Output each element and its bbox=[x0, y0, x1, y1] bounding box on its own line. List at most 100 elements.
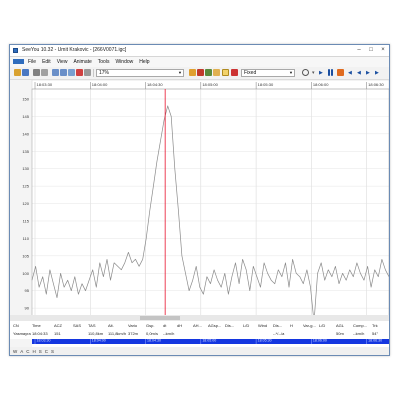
table-header-cell[interactable]: Time bbox=[32, 322, 41, 330]
table-header-cell[interactable]: Comp... bbox=[353, 322, 367, 330]
open-icon[interactable] bbox=[14, 69, 21, 76]
close-icon[interactable]: × bbox=[377, 46, 389, 55]
top-time-label: 18:06:00 bbox=[313, 82, 329, 87]
zoom-value: 17% bbox=[99, 70, 110, 76]
status-item[interactable]: C bbox=[26, 347, 29, 355]
top-time-label: 18:06:30 bbox=[368, 82, 384, 87]
y-tick-label: 90 bbox=[25, 306, 30, 311]
status-item[interactable]: A bbox=[20, 347, 23, 355]
top-time-label: 18:04:30 bbox=[147, 82, 163, 87]
target-icon[interactable] bbox=[231, 69, 238, 76]
print-icon[interactable] bbox=[33, 69, 40, 76]
table-header-cell[interactable]: Dis... bbox=[225, 322, 234, 330]
table-header-cell[interactable]: Dis... bbox=[273, 322, 282, 330]
status-bar: WACHSCS bbox=[10, 347, 389, 355]
status-item[interactable]: W bbox=[13, 347, 17, 355]
table-header-cell[interactable]: AGsp... bbox=[208, 322, 221, 330]
menu-edit[interactable]: Edit bbox=[39, 57, 54, 67]
bottom-time-label: 18:06:30 bbox=[368, 339, 382, 343]
settings-icon[interactable] bbox=[205, 69, 212, 76]
mode-combo[interactable]: Fixed ▼ bbox=[241, 69, 295, 77]
table-header-cell[interactable]: L/D bbox=[319, 322, 325, 330]
pause-bar-icon bbox=[331, 69, 333, 76]
chevron-down-icon: ▼ bbox=[178, 70, 182, 75]
y-tick-label: 95 bbox=[25, 288, 30, 293]
menu-window[interactable]: Window bbox=[112, 57, 136, 67]
pause-icon[interactable] bbox=[328, 69, 330, 76]
table-header-cell[interactable]: Gsp. bbox=[146, 322, 154, 330]
back-icon[interactable]: ◀ bbox=[348, 69, 352, 77]
bottom-time-label: 18:06:00 bbox=[313, 339, 327, 343]
table-cell: 372m bbox=[128, 331, 139, 336]
minimize-icon[interactable]: – bbox=[353, 46, 365, 55]
chevron-down-icon: ▼ bbox=[289, 70, 293, 75]
save-icon[interactable] bbox=[22, 69, 29, 76]
table-cell: --*/--/a bbox=[273, 331, 285, 336]
zoom-in-icon[interactable] bbox=[52, 69, 59, 76]
layers-icon[interactable] bbox=[189, 69, 196, 76]
scrollbar-thumb[interactable] bbox=[140, 316, 180, 320]
flag-icon[interactable] bbox=[76, 69, 83, 76]
mode-value: Fixed bbox=[244, 70, 257, 76]
table-header-cell[interactable]: TAS bbox=[88, 322, 95, 330]
copy-icon[interactable] bbox=[41, 69, 48, 76]
table-cell: 0,0m/s bbox=[146, 331, 159, 336]
clock-icon[interactable] bbox=[302, 69, 309, 76]
marker-icon[interactable] bbox=[213, 69, 220, 76]
table-header-cell[interactable]: Wind bbox=[258, 322, 267, 330]
table-header-cell[interactable]: H bbox=[290, 322, 293, 330]
table-header-cell[interactable]: CN bbox=[13, 322, 19, 330]
table-header-cell[interactable]: dH bbox=[177, 322, 182, 330]
maximize-icon[interactable]: □ bbox=[365, 46, 377, 55]
table-header-cell[interactable]: Alt. bbox=[108, 322, 114, 330]
top-time-label: 18:03:30 bbox=[37, 82, 53, 87]
table-header-cell[interactable]: L/D bbox=[243, 322, 249, 330]
main-window: SeeYou 10.32 - Umit Krakovic - [266V0071… bbox=[9, 44, 390, 356]
dropdown-arrow-icon[interactable]: ▾ bbox=[312, 69, 315, 77]
top-time-label: 18:05:30 bbox=[258, 82, 274, 87]
table-row[interactable]: Yasmayra 18:04:33 151 110,8km 111,8km/h 372m 0… bbox=[10, 330, 389, 338]
zoom-fit-icon[interactable] bbox=[68, 69, 75, 76]
table-cell: --km/h bbox=[353, 331, 365, 336]
title-bar: SeeYou 10.32 - Umit Krakovic - [266V0071… bbox=[10, 45, 389, 57]
step-forward-icon[interactable]: ▶ bbox=[366, 69, 370, 77]
top-time-label: 18:04:00 bbox=[92, 82, 108, 87]
table-header-cell[interactable]: Vario bbox=[128, 322, 137, 330]
table-header-row: CN Time ACZ SAS TAS Alt. Vario Gsp. dt dH AH... AGs… bbox=[10, 322, 389, 330]
pan-icon[interactable] bbox=[84, 69, 91, 76]
table-header-cell[interactable]: ACZ bbox=[54, 322, 62, 330]
highlight-icon[interactable] bbox=[222, 69, 229, 76]
status-item[interactable]: S bbox=[39, 347, 42, 355]
table-header-cell[interactable]: dt bbox=[163, 322, 166, 330]
menu-tools[interactable]: Tools bbox=[95, 57, 113, 67]
table-header-cell[interactable]: Trk bbox=[372, 322, 378, 330]
y-tick-label: 135 bbox=[22, 149, 29, 154]
table-header-cell[interactable]: Var-g... bbox=[303, 322, 316, 330]
table-cell: 54° bbox=[372, 331, 379, 336]
table-header-cell[interactable]: AGL bbox=[336, 322, 344, 330]
menu-file[interactable]: File bbox=[25, 57, 39, 67]
status-item[interactable]: C bbox=[45, 347, 48, 355]
status-item[interactable]: H bbox=[33, 347, 36, 355]
toolbar-separator bbox=[93, 69, 94, 77]
y-tick-label: 150 bbox=[22, 96, 29, 101]
zoom-combo[interactable]: 17% ▼ bbox=[96, 69, 184, 77]
document-icon bbox=[13, 59, 24, 65]
step-back-icon[interactable]: ◀ bbox=[357, 69, 361, 77]
status-item[interactable]: S bbox=[51, 347, 54, 355]
play-icon[interactable]: ▶ bbox=[319, 69, 323, 77]
chart-icon[interactable] bbox=[197, 69, 204, 76]
stop-icon[interactable] bbox=[337, 69, 344, 76]
bottom-time-label: 18:03:30 bbox=[37, 339, 51, 343]
y-tick-label: 115 bbox=[23, 218, 30, 223]
menu-view[interactable]: View bbox=[54, 57, 71, 67]
table-header-cell[interactable]: AH... bbox=[193, 322, 202, 330]
y-tick-label: 105 bbox=[22, 253, 29, 258]
bottom-time-label: 18:05:30 bbox=[258, 339, 272, 343]
y-tick-label: 130 bbox=[22, 166, 29, 171]
forward-icon[interactable]: ▶ bbox=[375, 69, 379, 77]
menu-help[interactable]: Help bbox=[136, 57, 152, 67]
zoom-out-icon[interactable] bbox=[60, 69, 67, 76]
table-header-cell[interactable]: SAS bbox=[73, 322, 81, 330]
menu-animate[interactable]: Animate bbox=[70, 57, 94, 67]
